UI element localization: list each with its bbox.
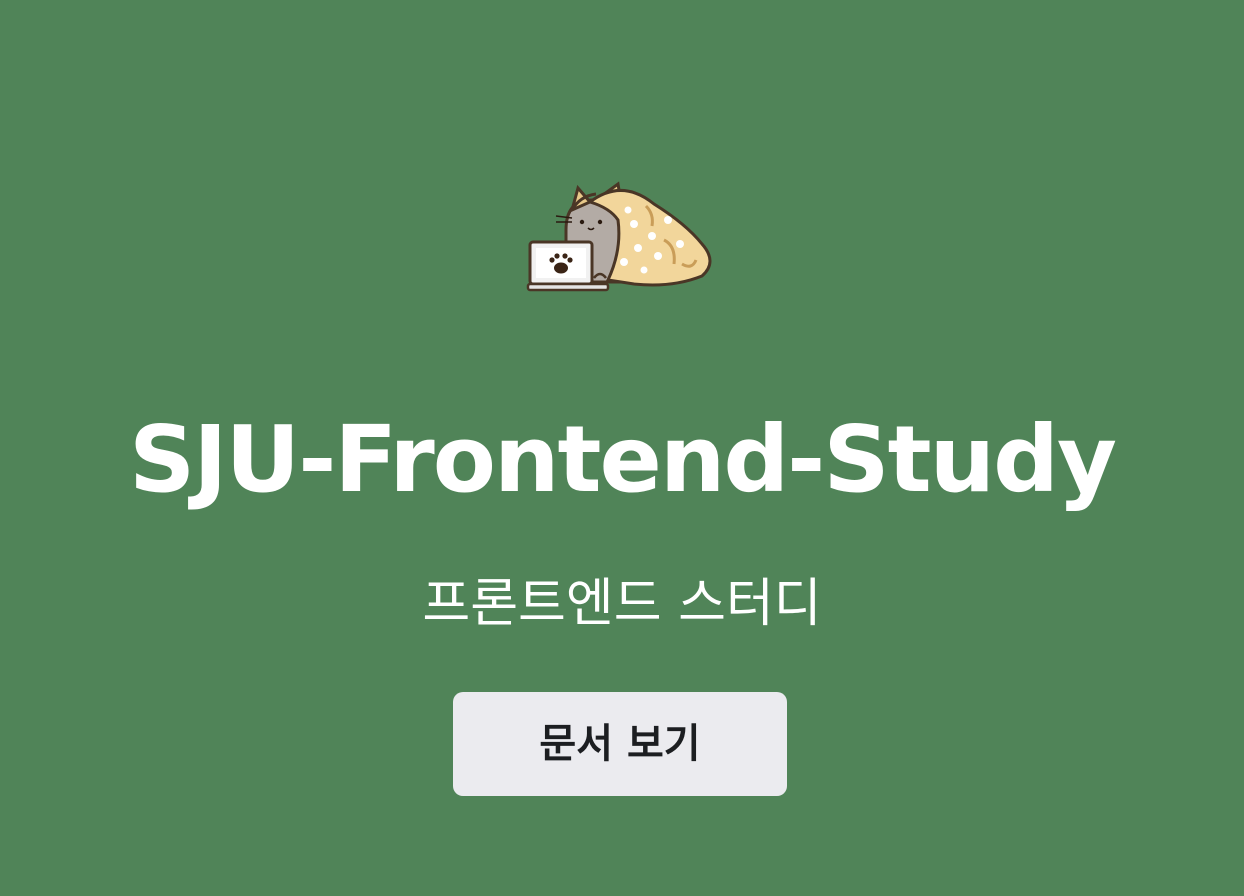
view-docs-button[interactable]: 문서 보기 [453,692,787,796]
cat-under-blanket-with-laptop-icon [526,181,712,292]
hero-banner: SJU-Frontend-Study 프론트엔드 스터디 문서 보기 [0,0,1244,896]
site-title: SJU-Frontend-Study [129,406,1117,513]
site-subtitle: 프론트엔드 스터디 [422,574,822,634]
